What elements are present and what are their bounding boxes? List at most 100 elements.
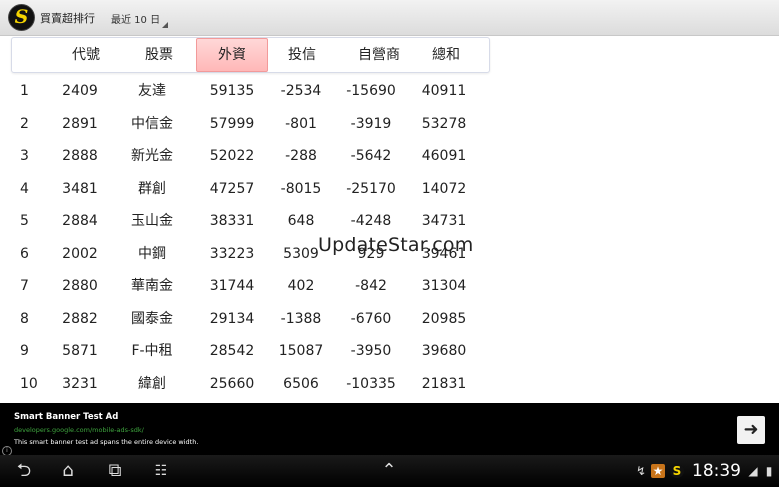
row-dealer: -3919 bbox=[350, 115, 392, 132]
row-dealer: -4248 bbox=[350, 213, 392, 229]
chevron-up-icon[interactable]: ⌃ bbox=[375, 455, 403, 487]
row-rank: 5 bbox=[20, 213, 29, 229]
row-foreign: 25660 bbox=[209, 375, 255, 392]
row-code: 2888 bbox=[62, 148, 98, 164]
row-trust: -801 bbox=[285, 115, 317, 132]
row-code: 2002 bbox=[62, 245, 98, 262]
row-code: 2880 bbox=[62, 278, 98, 294]
system-bar: ⮌ ⌂ ⧉ ☷ ⌃ ↯ ★ S 18:39 ◢ ▮ bbox=[0, 455, 779, 487]
app-title: 買賣超排行 bbox=[40, 12, 95, 25]
row-total: 46091 bbox=[421, 148, 467, 164]
row-total: 53278 bbox=[421, 115, 467, 132]
row-trust: -8015 bbox=[280, 180, 322, 197]
table-row[interactable]: 5 2884 玉山金 38331 648 -4248 34731 bbox=[0, 205, 520, 237]
row-trust: 6506 bbox=[283, 375, 319, 392]
clock[interactable]: 18:39 bbox=[692, 461, 741, 481]
row-foreign: 52022 bbox=[209, 148, 255, 164]
row-total: 14072 bbox=[421, 180, 467, 197]
row-dealer: -3950 bbox=[350, 343, 392, 359]
row-rank: 6 bbox=[20, 245, 29, 262]
table-row[interactable]: 9 5871 F-中租 28542 15087 -3950 39680 bbox=[0, 335, 520, 367]
row-total: 31304 bbox=[421, 278, 467, 294]
row-total: 34731 bbox=[421, 213, 467, 229]
row-foreign: 29134 bbox=[209, 310, 255, 327]
period-spinner[interactable]: 最近 10 日 bbox=[111, 11, 160, 26]
row-rank: 3 bbox=[20, 148, 29, 164]
action-bar: S 買賣超排行 最近 10 日 bbox=[0, 0, 779, 36]
ad-banner[interactable]: Smart Banner Test Ad developers.google.c… bbox=[0, 403, 779, 456]
row-foreign: 38331 bbox=[209, 213, 255, 229]
row-trust: -1388 bbox=[280, 310, 322, 327]
watermark: UpdateStar.com bbox=[318, 234, 474, 256]
row-dealer: -15690 bbox=[346, 83, 396, 99]
row-code: 2891 bbox=[62, 115, 98, 132]
game-notification-icon[interactable]: ★ bbox=[651, 464, 665, 478]
table-row[interactable]: 10 3231 緯創 25660 6506 -10335 21831 bbox=[0, 368, 520, 400]
row-trust: 402 bbox=[287, 278, 315, 294]
row-stock-name: 緯創 bbox=[138, 375, 166, 392]
wifi-icon: ◢ bbox=[748, 464, 758, 478]
row-trust: 15087 bbox=[278, 343, 324, 359]
row-total: 21831 bbox=[421, 375, 467, 392]
row-code: 3231 bbox=[62, 375, 98, 392]
row-total: 20985 bbox=[421, 310, 467, 327]
header-total[interactable]: 總和 bbox=[409, 38, 483, 72]
table-row[interactable]: 2 2891 中信金 57999 -801 -3919 53278 bbox=[0, 108, 520, 140]
arrow-right-icon[interactable]: ➜ bbox=[737, 416, 765, 444]
row-total: 40911 bbox=[421, 83, 467, 99]
header-code[interactable]: 代號 bbox=[49, 38, 123, 72]
row-stock-name: 中鋼 bbox=[138, 245, 166, 262]
row-rank: 1 bbox=[20, 83, 29, 99]
table-row[interactable]: 8 2882 國泰金 29134 -1388 -6760 20985 bbox=[0, 303, 520, 335]
row-rank: 7 bbox=[20, 278, 29, 294]
row-stock-name: F-中租 bbox=[131, 343, 173, 359]
row-dealer: -25170 bbox=[346, 180, 396, 197]
row-dealer: -6760 bbox=[350, 310, 392, 327]
home-icon[interactable]: ⌂ bbox=[52, 455, 84, 487]
battery-icon: ▮ bbox=[765, 464, 773, 478]
row-rank: 9 bbox=[20, 343, 29, 359]
row-rank: 10 bbox=[20, 375, 38, 392]
row-stock-name: 玉山金 bbox=[131, 213, 173, 229]
header-trust[interactable]: 投信 bbox=[269, 38, 335, 72]
ad-title: Smart Banner Test Ad bbox=[14, 412, 119, 422]
row-trust: 648 bbox=[287, 213, 315, 229]
row-rank: 8 bbox=[20, 310, 29, 327]
table-row[interactable]: 3 2888 新光金 52022 -288 -5642 46091 bbox=[0, 140, 520, 172]
app-notification-icon[interactable]: S bbox=[670, 464, 684, 478]
row-dealer: -5642 bbox=[350, 148, 392, 164]
usb-icon: ↯ bbox=[635, 464, 647, 478]
row-rank: 2 bbox=[20, 115, 29, 132]
ad-url[interactable]: developers.google.com/mobile-ads-sdk/ bbox=[14, 426, 144, 434]
row-rank: 4 bbox=[20, 180, 29, 197]
app-logo-icon[interactable]: S bbox=[9, 5, 34, 30]
table-header: 代號 股票 外資 投信 自營商 總和 bbox=[11, 37, 490, 73]
header-foreign[interactable]: 外資 bbox=[196, 38, 268, 72]
row-foreign: 47257 bbox=[209, 180, 255, 197]
header-stock[interactable]: 股票 bbox=[122, 38, 196, 72]
row-trust: -288 bbox=[285, 148, 317, 164]
row-dealer: -842 bbox=[355, 278, 387, 294]
row-stock-name: 華南金 bbox=[131, 278, 173, 294]
row-foreign: 57999 bbox=[209, 115, 255, 132]
row-code: 3481 bbox=[62, 180, 98, 197]
spinner-corner-icon[interactable] bbox=[162, 22, 168, 28]
row-total: 39680 bbox=[421, 343, 467, 359]
row-stock-name: 國泰金 bbox=[131, 310, 173, 327]
row-foreign: 33223 bbox=[209, 245, 255, 262]
row-stock-name: 群創 bbox=[138, 180, 166, 197]
row-code: 2884 bbox=[62, 213, 98, 229]
row-code: 2882 bbox=[62, 310, 98, 327]
recent-apps-icon[interactable]: ⧉ bbox=[100, 455, 130, 487]
row-stock-name: 中信金 bbox=[131, 115, 173, 132]
table-row[interactable]: 1 2409 友達 59135 -2534 -15690 40911 bbox=[0, 75, 520, 107]
back-icon[interactable]: ⮌ bbox=[10, 455, 38, 487]
row-foreign: 31744 bbox=[209, 278, 255, 294]
table-row[interactable]: 4 3481 群創 47257 -8015 -25170 14072 bbox=[0, 173, 520, 205]
row-foreign: 28542 bbox=[209, 343, 255, 359]
row-code: 2409 bbox=[62, 83, 98, 99]
row-foreign: 59135 bbox=[209, 83, 255, 99]
apps-grid-icon[interactable]: ☷ bbox=[148, 455, 174, 487]
table-row[interactable]: 7 2880 華南金 31744 402 -842 31304 bbox=[0, 270, 520, 302]
row-dealer: -10335 bbox=[346, 375, 396, 392]
